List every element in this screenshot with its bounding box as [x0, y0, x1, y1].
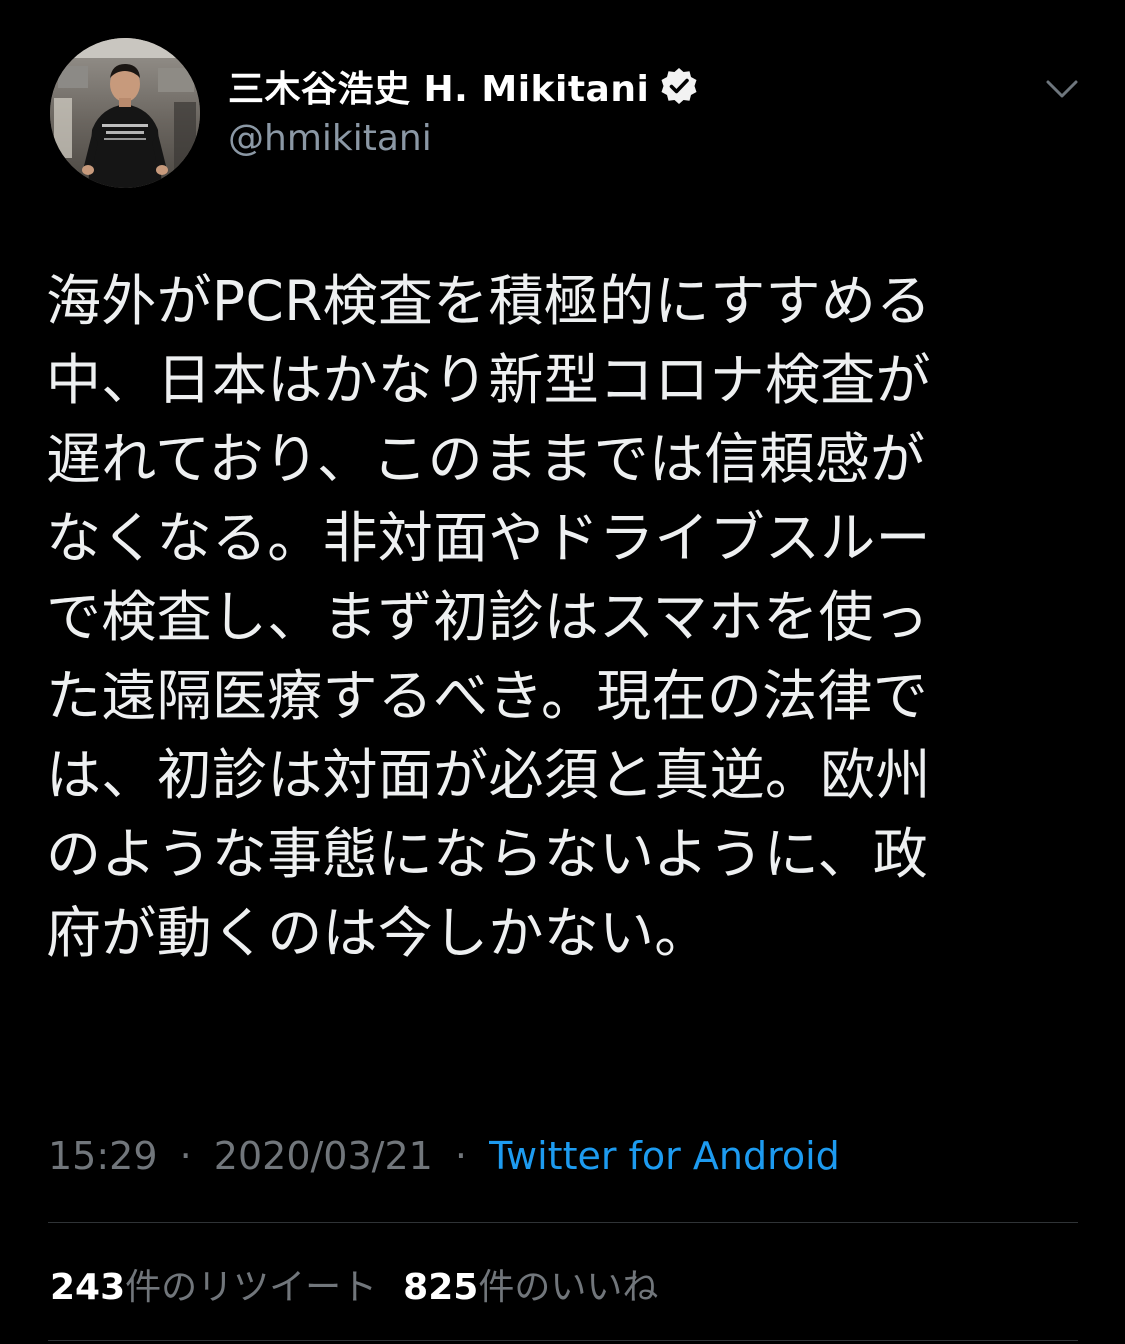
avatar-photo: [50, 38, 200, 188]
tweet-source-link[interactable]: Twitter for Android: [489, 1134, 840, 1178]
tweet-text-line: 遅れており、このままでは信頼感が: [46, 427, 926, 491]
author-handle[interactable]: @hmikitani: [228, 118, 432, 159]
likes-count: 825: [403, 1267, 479, 1308]
divider: [48, 1340, 1078, 1341]
retweets-stat[interactable]: 243件のリツイート: [50, 1258, 377, 1310]
retweets-count: 243: [50, 1267, 126, 1308]
tweet-meta: 15:29 · 2020/03/21 · Twitter for Android: [48, 1134, 840, 1178]
tweet-stats: 243件のリツイート 825件のいいね: [50, 1258, 684, 1310]
tweet-text-line: なくなる。非対面やドライブスルー: [46, 506, 931, 570]
likes-label: 件のいいね: [478, 1267, 659, 1308]
tweet-text-line: 府が動くのは今しかない。: [46, 901, 710, 965]
avatar[interactable]: [50, 38, 200, 188]
tweet-text-line: 海外がPCR検査を積極的にすすめる: [46, 269, 932, 333]
author-name-row[interactable]: 三木谷浩史 H. Mikitani: [228, 60, 699, 112]
chevron-down-icon[interactable]: [1040, 72, 1084, 108]
meta-separator: ·: [179, 1134, 192, 1178]
tweet-detail: 三木谷浩史 H. Mikitani @hmikitani 海外がPCR検査を積極…: [0, 0, 1125, 1344]
likes-stat[interactable]: 825件のいいね: [403, 1258, 658, 1310]
tweet-date[interactable]: 2020/03/21: [214, 1134, 433, 1178]
tweet-text-line: で検査し、まず初診はスマホを使っ: [46, 585, 930, 649]
verified-badge-icon: [659, 66, 699, 106]
tweet-time[interactable]: 15:29: [48, 1134, 158, 1178]
tweet-text-line: は、初診は対面が必須と真逆。欧州: [46, 743, 931, 807]
tweet-text-line: 中、日本はかなり新型コロナ検査が: [46, 348, 931, 412]
divider: [48, 1222, 1078, 1223]
tweet-text-line: のような事態にならないように、政: [46, 822, 929, 886]
meta-separator: ·: [454, 1134, 468, 1178]
tweet-body: 海外がPCR検査を積極的にすすめる 中、日本はかなり新型コロナ検査が 遅れており…: [46, 262, 1046, 973]
display-name[interactable]: 三木谷浩史 H. Mikitani: [228, 60, 649, 112]
tweet-text-line: た遠隔医療するべき。現在の法律で: [46, 664, 929, 728]
retweets-label: 件のリツイート: [125, 1267, 378, 1308]
